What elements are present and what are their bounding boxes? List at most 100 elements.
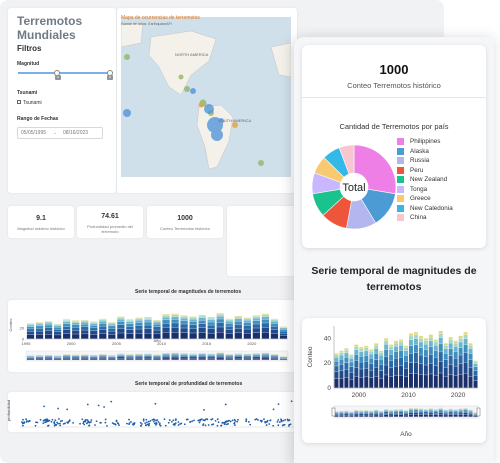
mini-bar-segment	[234, 321, 242, 325]
mini-bar-segment	[234, 328, 242, 333]
ts-bar-segment	[453, 343, 458, 347]
range-bar-segment	[389, 415, 394, 417]
mini-range-bar-segment	[144, 355, 152, 356]
mini-bar-segment	[153, 320, 161, 322]
tsunami-checkbox[interactable]	[17, 100, 21, 104]
mini-bar-segment	[243, 329, 251, 334]
mini-bar-segment	[81, 330, 89, 334]
arrow-right-icon: →	[52, 130, 58, 136]
pie-chart[interactable]: Total	[308, 141, 400, 233]
range-bar-segment	[458, 413, 463, 415]
legend-item[interactable]: Tonga	[397, 185, 453, 195]
range-bar-segment	[364, 411, 369, 413]
mini-bar-segment	[207, 328, 215, 334]
range-bar-segment	[394, 413, 399, 415]
mini-bar-segment	[225, 326, 233, 330]
ts-bar-segment	[384, 338, 389, 341]
depth-point	[229, 420, 232, 423]
mini-bar-segment	[153, 324, 161, 327]
ts-bar-segment	[334, 372, 339, 379]
ts-bar-segment	[389, 376, 394, 388]
depth-point	[149, 420, 152, 422]
range-bar-segment	[408, 414, 413, 417]
ts-bar-segment	[349, 366, 354, 373]
ts-bar-segment	[384, 375, 389, 388]
mini-bar-segment	[216, 314, 224, 317]
ts-bar-segment	[354, 349, 359, 355]
mini-bar-segment	[117, 328, 125, 333]
mini-bar-segment	[153, 319, 161, 321]
magnitude-slider[interactable]	[18, 70, 113, 76]
mini-bar-segment	[135, 325, 143, 329]
ts-bar-segment	[418, 338, 423, 342]
depth-point	[139, 424, 142, 427]
depth-point	[57, 422, 59, 425]
mini-range-bar-segment	[270, 357, 279, 359]
mini-range-bar-segment	[216, 355, 224, 357]
ts-bar-segment	[354, 354, 359, 361]
earthquake-map[interactable]	[121, 17, 291, 177]
mini-bar-segment	[171, 316, 179, 320]
filters-heading: Filtros	[17, 44, 42, 53]
x-tick-label: 2000	[352, 392, 367, 399]
depth-point	[104, 418, 107, 421]
range-bar-segment	[443, 412, 448, 414]
depth-point	[164, 424, 167, 427]
ts-bar-segment	[458, 338, 463, 342]
mini-bar-segment	[162, 323, 170, 328]
ts-bar-segment	[418, 355, 423, 364]
mini-bar-segment	[44, 321, 53, 323]
depth-point	[191, 420, 194, 422]
range-bar-segment	[359, 411, 364, 413]
ts-bar-segment	[344, 348, 349, 351]
ts-bar-segment	[374, 343, 379, 346]
depth-point	[39, 418, 42, 421]
range-handle-right[interactable]	[476, 407, 481, 417]
date-start[interactable]: 05/05/1995	[21, 130, 46, 136]
mini-bar-segment	[54, 324, 62, 326]
legend-item[interactable]: Peru	[397, 166, 453, 176]
legend-item[interactable]: Philippines	[397, 137, 453, 147]
legend-item[interactable]: Russia	[397, 156, 453, 166]
date-end[interactable]: 08/16/2023	[63, 130, 88, 136]
legend-item[interactable]: Greece	[397, 194, 453, 204]
depth-point	[189, 421, 191, 424]
ts-bar-segment	[399, 339, 404, 342]
mini-bar-segment	[126, 320, 134, 322]
legend-swatch	[397, 157, 404, 165]
depth-point	[22, 418, 24, 421]
mini-bar-segment	[72, 321, 80, 323]
mini-bar-segment	[72, 322, 80, 325]
legend-item[interactable]: New Caledonia	[397, 204, 453, 214]
mini-range-bar-segment	[270, 358, 279, 360]
ts-bar-segment	[418, 342, 423, 348]
mini-range-bar-segment	[26, 358, 35, 360]
range-bar-segment	[349, 415, 354, 417]
depth-point	[193, 419, 195, 422]
range-bar-segment	[344, 414, 349, 416]
mini-bar-segment	[108, 334, 116, 339]
date-range-picker[interactable]: 05/05/1995 → 08/16/2023	[17, 127, 103, 139]
range-bar-segment	[374, 413, 379, 415]
ts-chart[interactable]: 0 20 40 2000 2010 2020 Conteo Año	[302, 318, 486, 443]
range-bar-segment	[404, 412, 408, 414]
legend-item[interactable]: Alaska	[397, 147, 453, 157]
legend-item[interactable]: China	[397, 213, 453, 223]
mini-bar-segment	[81, 327, 89, 330]
mini-bar-segment	[117, 319, 125, 322]
depth-point	[66, 408, 69, 411]
mini-range-bar-segment	[171, 354, 179, 356]
range-handle-left[interactable]	[331, 407, 336, 417]
mini-range-bar-segment	[171, 355, 179, 357]
legend-item[interactable]: New Zealand	[397, 175, 453, 185]
mini-bar-segment	[225, 323, 233, 326]
ts-bar-segment	[448, 364, 453, 375]
ts-bar-segment	[379, 352, 384, 355]
ts-bar-segment	[438, 373, 443, 388]
depth-point	[128, 422, 131, 425]
mini-range-bar-segment	[144, 358, 152, 360]
ts-title: Serie temporal de magnitudes de terremot…	[311, 265, 477, 293]
ts-bar-segment	[334, 366, 339, 372]
range-bar-segment	[339, 415, 344, 417]
mini-bar-segment	[261, 332, 270, 339]
